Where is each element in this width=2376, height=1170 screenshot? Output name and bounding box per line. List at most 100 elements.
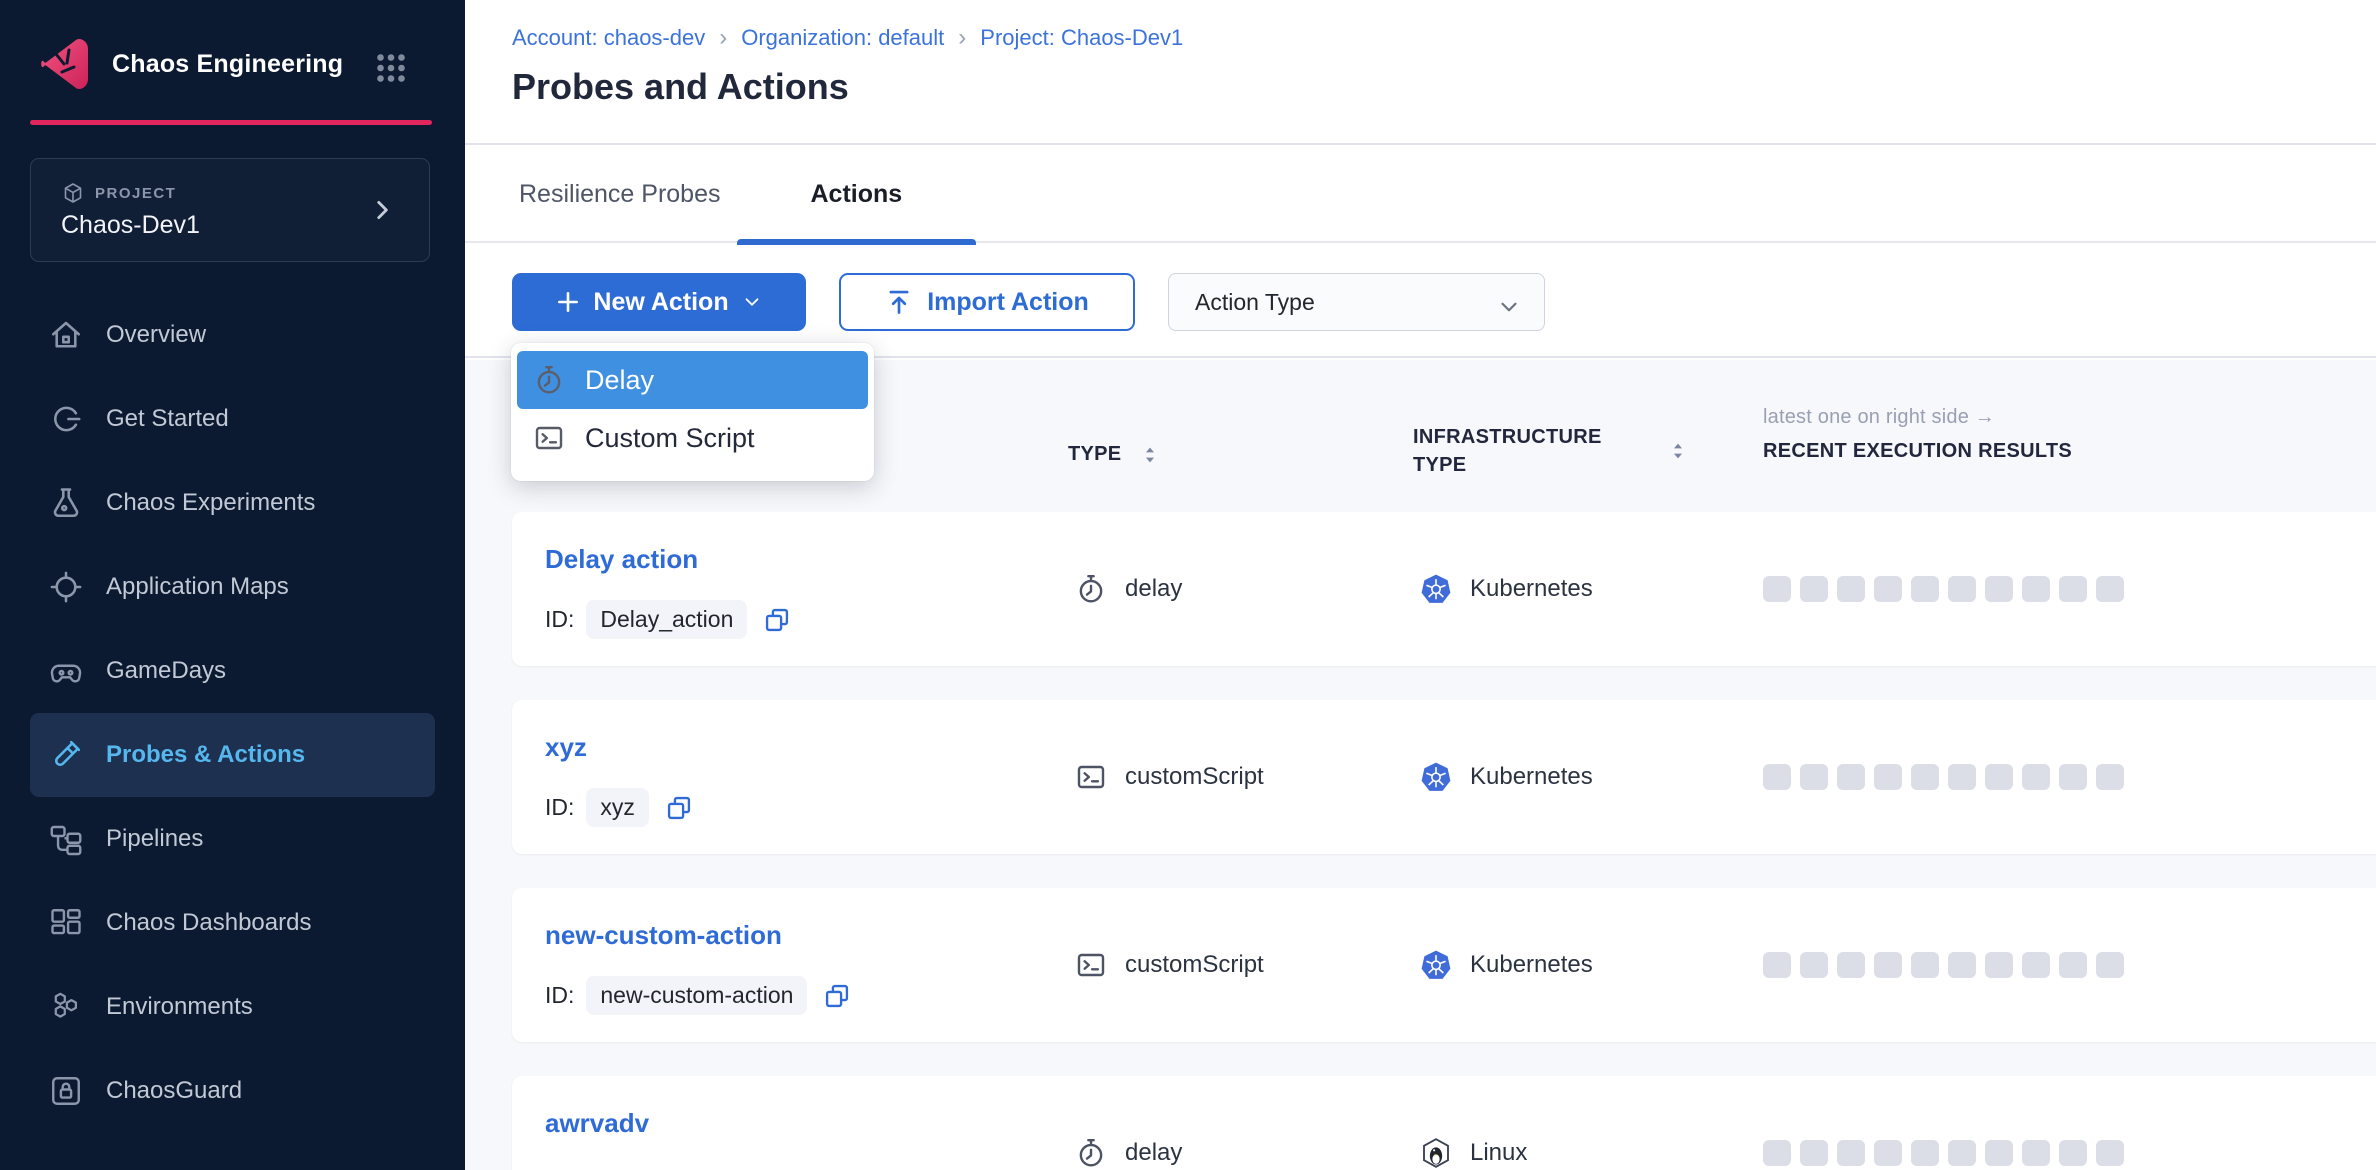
column-header-type[interactable]: TYPE <box>1068 443 1161 466</box>
linux-icon <box>1420 1137 1452 1169</box>
execution-result-placeholder <box>1948 952 1976 978</box>
hexagons-icon <box>48 989 84 1025</box>
tab-resilience-probes[interactable]: Resilience Probes <box>465 145 737 243</box>
execution-result-placeholder <box>1985 952 2013 978</box>
kubernetes-icon <box>1420 949 1452 981</box>
menu-item-custom-script[interactable]: Custom Script <box>517 409 868 467</box>
page-title: Probes and Actions <box>512 66 849 108</box>
menu-item-delay[interactable]: Delay <box>517 351 868 409</box>
action-id-value: new-custom-action <box>586 976 807 1015</box>
terminal-icon <box>1075 761 1107 793</box>
sidebar-item-get-started[interactable]: Get Started <box>0 377 465 461</box>
project-selector[interactable]: PROJECT Chaos-Dev1 <box>30 158 430 262</box>
sidebar-item-probes-actions[interactable]: Probes & Actions <box>30 713 435 797</box>
execution-result-placeholder <box>1985 576 2013 602</box>
execution-result-placeholder <box>1763 1140 1791 1166</box>
recent-execution-results-cell <box>1763 512 2124 666</box>
breadcrumb-link[interactable]: Organization: default <box>741 25 944 51</box>
action-type-cell: delay <box>1075 1076 1182 1170</box>
action-name-link[interactable]: awrvadv <box>545 1108 649 1139</box>
module-switcher-grid-icon[interactable] <box>372 50 410 86</box>
sidebar: Chaos Engineering PROJECT Chaos-Dev1 Ove… <box>0 0 465 1170</box>
execution-result-placeholder <box>2022 764 2050 790</box>
action-id-value: Delay_action <box>586 600 747 639</box>
copy-icon[interactable] <box>763 606 791 634</box>
chevron-right-icon <box>369 197 395 223</box>
execution-result-placeholder <box>1911 952 1939 978</box>
execution-result-placeholder <box>2022 952 2050 978</box>
cube-icon <box>61 181 85 205</box>
harness-chaos-logo-icon <box>38 38 90 90</box>
new-action-label: New Action <box>593 288 728 317</box>
execution-result-placeholder <box>2059 764 2087 790</box>
new-action-button[interactable]: New Action <box>512 273 806 331</box>
project-name: Chaos-Dev1 <box>61 211 200 240</box>
execution-result-placeholder <box>1763 764 1791 790</box>
execution-result-placeholder <box>1837 952 1865 978</box>
execution-result-placeholder <box>1874 576 1902 602</box>
execution-result-placeholder <box>1948 1140 1976 1166</box>
execution-result-placeholder <box>2096 576 2124 602</box>
execution-result-placeholder <box>1763 576 1791 602</box>
column-header-infrastructure-type[interactable]: INFRASTRUCTURE TYPE <box>1413 423 1689 479</box>
execution-result-placeholder <box>1800 1140 1828 1166</box>
recent-execution-results-cell <box>1763 1076 2124 1170</box>
execution-result-placeholder <box>2022 1140 2050 1166</box>
sidebar-item-chaosguard[interactable]: ChaosGuard <box>0 1049 465 1133</box>
action-row[interactable]: new-custom-action ID: new-custom-action … <box>512 888 2376 1042</box>
action-type-select[interactable]: Action Type <box>1168 273 1545 331</box>
execution-result-placeholder <box>2059 576 2087 602</box>
action-row[interactable]: Delay action ID: Delay_action delay Kube… <box>512 512 2376 666</box>
test-tube-icon <box>48 737 84 773</box>
tab-actions[interactable]: Actions <box>737 145 977 243</box>
sidebar-item-pipelines[interactable]: Pipelines <box>0 797 465 881</box>
action-id-row: ID: xyz <box>545 788 693 827</box>
execution-result-placeholder <box>1911 1140 1939 1166</box>
action-name-link[interactable]: Delay action <box>545 544 698 575</box>
sidebar-item-overview[interactable]: Overview <box>0 293 465 377</box>
action-row[interactable]: awrvadv delay Linux <box>512 1076 2376 1170</box>
execution-result-placeholder <box>1911 576 1939 602</box>
action-name-link[interactable]: xyz <box>545 732 587 763</box>
execution-result-placeholder <box>2059 1140 2087 1166</box>
action-id-value: xyz <box>586 788 649 827</box>
execution-result-placeholder <box>2096 952 2124 978</box>
breadcrumb-separator: › <box>719 24 727 52</box>
execution-result-placeholder <box>1985 764 2013 790</box>
copy-icon[interactable] <box>665 794 693 822</box>
sidebar-item-application-maps[interactable]: Application Maps <box>0 545 465 629</box>
main-content: Account: chaos-dev › Organization: default… <box>465 0 2376 1170</box>
sidebar-item-chaos-dashboards[interactable]: Chaos Dashboards <box>0 881 465 965</box>
action-id-row: ID: Delay_action <box>545 600 791 639</box>
action-name-link[interactable]: new-custom-action <box>545 920 782 951</box>
copy-icon[interactable] <box>823 982 851 1010</box>
execution-result-placeholder <box>1800 952 1828 978</box>
sort-icon[interactable] <box>1139 444 1161 466</box>
action-row[interactable]: xyz ID: xyz customScript Kubernetes <box>512 700 2376 854</box>
sidebar-item-chaos-experiments[interactable]: Chaos Experiments <box>0 461 465 545</box>
execution-result-placeholder <box>1837 576 1865 602</box>
target-icon <box>48 569 84 605</box>
execution-result-placeholder <box>2022 576 2050 602</box>
breadcrumb-link[interactable]: Account: chaos-dev <box>512 25 705 51</box>
actions-table-body: Delay action ID: Delay_action delay Kube… <box>465 512 2376 1170</box>
terminal-icon <box>1075 949 1107 981</box>
action-type-cell: customScript <box>1075 888 1264 1042</box>
execution-result-placeholder <box>2096 1140 2124 1166</box>
breadcrumb: Account: chaos-dev › Organization: default… <box>512 24 1183 52</box>
sidebar-item-gamedays[interactable]: GameDays <box>0 629 465 713</box>
lock-icon <box>48 1073 84 1109</box>
kubernetes-icon <box>1420 761 1452 793</box>
sidebar-item-environments[interactable]: Environments <box>0 965 465 1049</box>
home-icon <box>48 317 84 353</box>
stopwatch-icon <box>1075 1137 1107 1169</box>
sort-icon[interactable] <box>1667 440 1689 462</box>
import-action-button[interactable]: Import Action <box>839 273 1135 331</box>
breadcrumb-link[interactable]: Project: Chaos-Dev1 <box>980 25 1183 51</box>
chevron-down-icon <box>1496 294 1522 320</box>
execution-result-placeholder <box>2059 952 2087 978</box>
pipeline-icon <box>48 821 84 857</box>
product-name: Chaos Engineering <box>112 50 343 79</box>
execution-result-placeholder <box>1874 952 1902 978</box>
execution-result-placeholder <box>1837 764 1865 790</box>
